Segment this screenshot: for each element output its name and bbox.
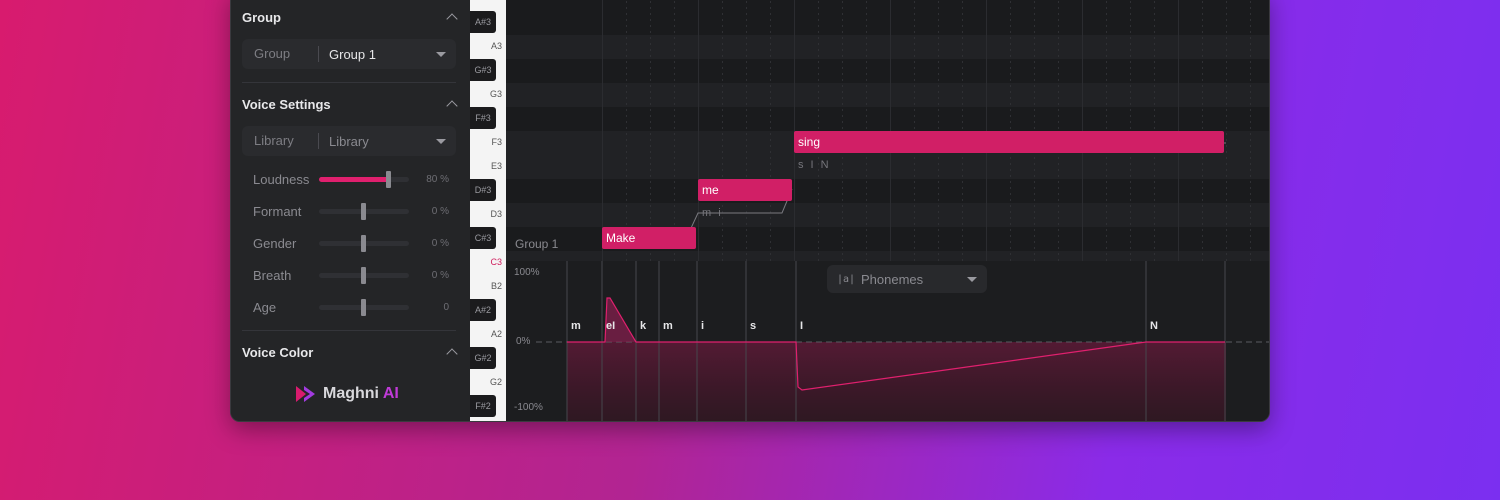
key-label-g2: G2 <box>489 377 502 387</box>
voice-settings-title: Voice Settings <box>242 96 331 112</box>
slider-thumb[interactable] <box>361 298 366 316</box>
phonemes-select[interactable]: |a| Phonemes <box>827 265 987 293</box>
divider <box>242 82 456 83</box>
piano-roll-grid[interactable]: Make me sing m i s I N <box>506 0 1269 261</box>
slider-track[interactable] <box>319 170 409 188</box>
phoneme-label[interactable]: eI <box>606 320 615 332</box>
slider-value: 0 % <box>431 205 449 217</box>
phoneme-label[interactable]: m <box>571 320 581 332</box>
group-select-value: Group 1 <box>329 46 376 62</box>
brand-name: Maghni AI <box>323 385 399 403</box>
piano-keyboard[interactable]: A3 G3 F3 E3 D3 C3 B2 A2 G2 A#3 G#3 F#3 D… <box>470 0 506 421</box>
divider <box>242 330 456 331</box>
phoneme-label[interactable]: m <box>663 320 673 332</box>
slider-track[interactable] <box>319 234 409 252</box>
slider-gender[interactable]: Gender 0 % <box>253 234 449 252</box>
slider-fill <box>319 176 389 182</box>
caret-down-icon <box>967 276 977 282</box>
slider-age[interactable]: Age 0 <box>253 298 449 316</box>
chevron-up-icon[interactable] <box>446 13 458 25</box>
slider-track[interactable] <box>319 266 409 284</box>
slider-track[interactable] <box>319 202 409 220</box>
library-select-value: Library <box>329 133 369 149</box>
group-track-label: Group 1 <box>515 237 559 251</box>
axis-label-top: 100% <box>514 267 540 278</box>
black-key-d#3[interactable]: D#3 <box>470 179 496 201</box>
slider-value: 80 % <box>426 173 449 185</box>
slider-name: Breath <box>253 267 292 283</box>
group-section-header[interactable]: Group <box>242 7 458 27</box>
brand-logo: Maghni AI <box>295 385 399 403</box>
key-label-b2: B2 <box>490 281 502 291</box>
group-select-label: Group <box>242 46 319 62</box>
note-block[interactable]: me <box>698 179 792 201</box>
note-block[interactable]: sing <box>794 131 1224 153</box>
phoneme-icon: |a| <box>837 273 856 285</box>
caret-down-icon <box>436 51 446 57</box>
slider-formant[interactable]: Formant 0 % <box>253 202 449 220</box>
slider-name: Age <box>253 299 277 315</box>
sidebar: Group Group Group 1 Voice Settings Libra… <box>231 0 470 421</box>
black-key-g#3[interactable]: G#3 <box>470 59 496 81</box>
phonemes-select-value: Phonemes <box>861 271 924 287</box>
phoneme-param-panel[interactable]: 100% 0% -100% |a| Phonemes m eI k m i s … <box>506 261 1269 421</box>
voice-color-title: Voice Color <box>242 344 314 360</box>
chevron-up-icon[interactable] <box>446 348 458 360</box>
note-phonemes: s I N <box>798 159 831 171</box>
axis-label-mid: 0% <box>516 336 531 347</box>
chevron-up-icon[interactable] <box>446 100 458 112</box>
caret-down-icon <box>436 138 446 144</box>
library-select-label: Library <box>242 133 319 149</box>
phoneme-label[interactable]: s <box>750 320 756 332</box>
brand-suffix: AI <box>382 385 399 402</box>
key-label-f3: F3 <box>491 137 502 147</box>
key-label-e3: E3 <box>490 161 502 171</box>
key-label-g3: G3 <box>489 89 502 99</box>
note-phonemes: m i <box>702 207 723 219</box>
black-key-c#3[interactable]: C#3 <box>470 227 496 249</box>
slider-thumb[interactable] <box>386 170 391 188</box>
slider-thumb[interactable] <box>361 266 366 284</box>
slider-name: Formant <box>253 203 302 219</box>
slider-value: 0 % <box>431 269 449 281</box>
phoneme-label[interactable]: i <box>701 320 704 332</box>
app-window: Group Group Group 1 Voice Settings Libra… <box>230 0 1270 422</box>
slider-value: 0 % <box>431 237 449 249</box>
editor-main: A3 G3 F3 E3 D3 C3 B2 A2 G2 A#3 G#3 F#3 D… <box>470 0 1269 421</box>
axis-label-bottom: -100% <box>514 402 543 413</box>
slider-name: Gender <box>253 235 297 251</box>
slider-thumb[interactable] <box>361 202 366 220</box>
slider-thumb[interactable] <box>361 234 366 252</box>
key-label-d3: D3 <box>490 209 502 219</box>
black-key-g#2[interactable]: G#2 <box>470 347 496 369</box>
black-key-a#3[interactable]: A#3 <box>470 11 496 33</box>
key-label-a3: A3 <box>490 41 502 51</box>
key-label-a2: A2 <box>490 329 502 339</box>
voice-color-header[interactable]: Voice Color <box>242 342 458 362</box>
black-key-a#2[interactable]: A#2 <box>470 299 496 321</box>
slider-breath[interactable]: Breath 0 % <box>253 266 449 284</box>
voice-settings-header[interactable]: Voice Settings <box>242 94 458 114</box>
black-key-f#3[interactable]: F#3 <box>470 107 496 129</box>
note-block[interactable]: Make <box>602 227 696 249</box>
phoneme-label[interactable]: I <box>800 320 803 332</box>
group-section-title: Group <box>242 9 281 25</box>
black-key-f#2[interactable]: F#2 <box>470 395 496 417</box>
slider-loudness[interactable]: Loudness 80 % <box>253 170 449 188</box>
key-label-c3: C3 <box>490 257 502 267</box>
brand-name-text: Maghni <box>323 385 379 402</box>
phoneme-label[interactable]: N <box>1150 320 1158 332</box>
slider-name: Loudness <box>253 171 310 187</box>
slider-track[interactable] <box>319 298 409 316</box>
phoneme-label[interactable]: k <box>640 320 646 332</box>
group-select[interactable]: Group Group 1 <box>242 39 456 69</box>
brand-play-icon <box>296 386 315 402</box>
slider-value: 0 <box>443 301 449 313</box>
library-select[interactable]: Library Library <box>242 126 456 156</box>
